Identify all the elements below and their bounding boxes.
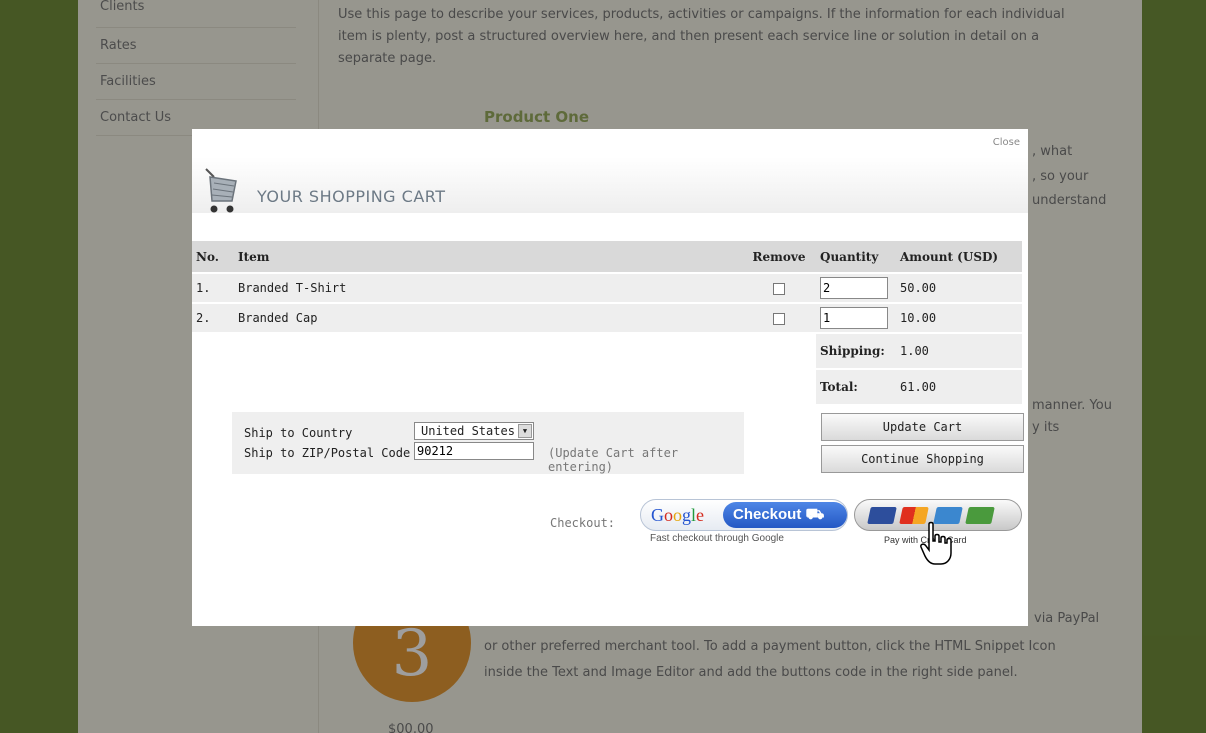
header-quantity: Quantity bbox=[816, 241, 896, 272]
row-amount: 10.00 bbox=[896, 304, 1022, 332]
total-row: Total: 61.00 bbox=[192, 370, 1022, 404]
checkout-label: Checkout: bbox=[550, 516, 616, 530]
ship-country-label: Ship to Country bbox=[244, 426, 353, 440]
quantity-input[interactable] bbox=[820, 277, 888, 299]
continue-shopping-button[interactable]: Continue Shopping bbox=[821, 445, 1024, 473]
table-row: 1. Branded T-Shirt 50.00 bbox=[192, 274, 1022, 302]
chevron-down-icon[interactable]: ▼ bbox=[518, 424, 532, 438]
header-item: Item bbox=[234, 241, 742, 272]
row-number: 2. bbox=[192, 304, 234, 332]
update-cart-button[interactable]: Update Cart bbox=[821, 413, 1024, 441]
zip-hint: (Update Cart after entering) bbox=[548, 446, 679, 474]
cart-table: No. Item Remove Quantity Amount (USD) 1.… bbox=[192, 239, 1022, 406]
row-item: Branded T-Shirt bbox=[234, 274, 742, 302]
country-select[interactable]: United States ▼ bbox=[414, 422, 534, 440]
header-no: No. bbox=[192, 241, 234, 272]
remove-checkbox[interactable] bbox=[773, 312, 785, 325]
shipping-options-panel: Ship to Country United States ▼ Ship to … bbox=[232, 412, 744, 474]
row-number: 1. bbox=[192, 274, 234, 302]
shipping-row: Shipping: 1.00 bbox=[192, 334, 1022, 368]
visa-card-icon bbox=[867, 507, 897, 524]
row-item: Branded Cap bbox=[234, 304, 742, 332]
discover-card-icon bbox=[965, 507, 995, 524]
table-header-row: No. Item Remove Quantity Amount (USD) bbox=[192, 241, 1022, 272]
total-label: Total: bbox=[816, 370, 896, 404]
ship-zip-label: Ship to ZIP/Postal Code bbox=[244, 446, 411, 460]
hand-pointer-cursor-icon bbox=[920, 521, 952, 565]
remove-checkbox[interactable] bbox=[773, 282, 785, 295]
google-logo: Google bbox=[651, 505, 705, 525]
quantity-input[interactable] bbox=[820, 307, 888, 329]
shipping-label: Shipping: bbox=[816, 334, 896, 368]
shopping-cart-modal: Close YOUR SHOPPING CART No. Item Remove… bbox=[192, 129, 1028, 626]
google-checkout-subtitle: Fast checkout through Google bbox=[650, 533, 784, 544]
google-checkout-button[interactable]: Google Checkout ⛟ bbox=[640, 499, 848, 531]
header-amount: Amount (USD) bbox=[896, 241, 1022, 272]
header-remove: Remove bbox=[742, 241, 816, 272]
shopping-cart-icon bbox=[205, 168, 237, 213]
table-row: 2. Branded Cap 10.00 bbox=[192, 304, 1022, 332]
zip-input[interactable] bbox=[414, 442, 534, 460]
row-amount: 50.00 bbox=[896, 274, 1022, 302]
cart-title: YOUR SHOPPING CART bbox=[257, 187, 446, 206]
shipping-value: 1.00 bbox=[896, 334, 1022, 368]
close-button[interactable]: Close bbox=[993, 137, 1020, 148]
total-value: 61.00 bbox=[896, 370, 1022, 404]
google-checkout-label: Checkout ⛟ bbox=[723, 502, 847, 528]
cart-icon: ⛟ bbox=[805, 506, 825, 523]
country-select-value: United States bbox=[421, 424, 515, 438]
